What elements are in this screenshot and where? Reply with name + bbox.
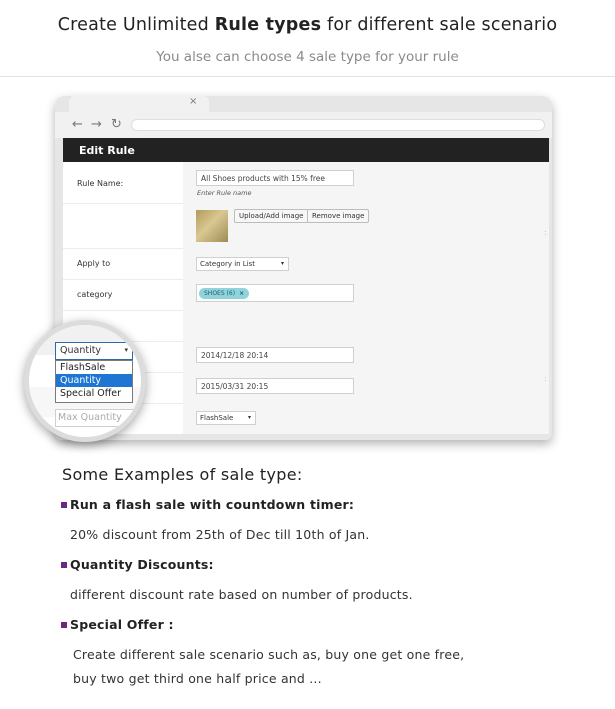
subheadline: You alse can choose 4 sale type for your… (156, 49, 459, 65)
bullet-icon (61, 562, 67, 568)
panel-title: Edit Rule (63, 138, 549, 162)
row-divider (63, 248, 183, 249)
scroll-marker: : (544, 374, 547, 383)
chevron-down-icon: ▾ (247, 414, 251, 421)
close-icon[interactable]: × (189, 96, 197, 107)
category-label: category (77, 290, 113, 299)
headline: Create Unlimited Rule types for differen… (0, 15, 615, 35)
headline-prefix: Create Unlimited (57, 15, 209, 35)
chevron-down-icon: ▾ (280, 260, 284, 267)
sale-type-select[interactable]: FlashSale ▾ (196, 411, 256, 425)
bullet-icon (61, 502, 67, 508)
examples-title: Some Examples of sale type: (62, 465, 303, 484)
upload-image-button[interactable]: Upload/Add image (234, 209, 309, 223)
address-bar[interactable] (131, 119, 545, 131)
example-heading-special-offer: Special Offer : (70, 617, 174, 632)
tag-remove-icon[interactable]: × (239, 290, 244, 297)
example-body-special-offer-line2: buy two get third one half price and ... (73, 671, 322, 686)
example-body-special-offer-line1: Create different sale scenario such as, … (73, 647, 465, 662)
option-flashsale[interactable]: FlashSale (56, 361, 132, 374)
row-divider (63, 310, 183, 311)
apply-to-select[interactable]: Category in List ▾ (196, 257, 289, 271)
back-arrow-icon[interactable]: ← (72, 117, 83, 132)
max-quantity-input[interactable]: Max Quantity (55, 409, 135, 427)
browser-toolbar: ← → ↻ (55, 112, 552, 138)
headline-suffix: for different sale scenario (326, 15, 558, 35)
remove-image-button[interactable]: Remove image (307, 209, 370, 223)
sale-type-value: FlashSale (200, 414, 234, 422)
apply-to-value: Category in List (200, 260, 256, 268)
example-heading-flash-sale: Run a flash sale with countdown timer: (70, 497, 355, 512)
category-tag: SHOES (6) × (199, 288, 250, 299)
row-divider (63, 203, 183, 204)
end-date-input[interactable]: 2015/03/31 20:15 (196, 378, 354, 394)
rule-name-hint: Enter Rule name (197, 189, 252, 197)
bullet-icon (61, 622, 67, 628)
browser-tab[interactable] (69, 96, 209, 112)
example-body-flash-sale: 20% discount from 25th of Dec till 10th … (70, 527, 370, 542)
reload-icon[interactable]: ↻ (111, 117, 122, 132)
headline-bold: Rule types (214, 15, 322, 35)
chevron-down-icon: ▾ (124, 346, 128, 354)
option-quantity[interactable]: Quantity (56, 374, 132, 387)
forward-arrow-icon[interactable]: → (91, 117, 102, 132)
category-tag-label: SHOES (6) (204, 290, 236, 297)
option-special-offer[interactable]: Special Offer (56, 387, 132, 400)
start-date-input[interactable]: 2014/12/18 20:14 (196, 347, 354, 363)
sale-type-dropdown[interactable]: Quantity ▾ (55, 342, 133, 360)
sale-type-options: FlashSale Quantity Special Offer (55, 360, 133, 403)
example-heading-quantity: Quantity Discounts: (70, 557, 214, 572)
rule-name-label: Rule Name: (77, 179, 124, 188)
apply-to-label: Apply to (77, 259, 111, 268)
divider (0, 76, 615, 77)
rule-name-input[interactable]: All Shoes products with 15% free (196, 170, 354, 186)
zoom-magnifier: Quantity ▾ FlashSale Quantity Special Off… (24, 320, 146, 442)
row-divider (63, 279, 183, 280)
product-thumbnail (196, 210, 228, 242)
sale-type-selected: Quantity (60, 345, 102, 356)
scroll-marker: : (544, 228, 547, 237)
example-body-quantity: different discount rate based on number … (70, 587, 413, 602)
